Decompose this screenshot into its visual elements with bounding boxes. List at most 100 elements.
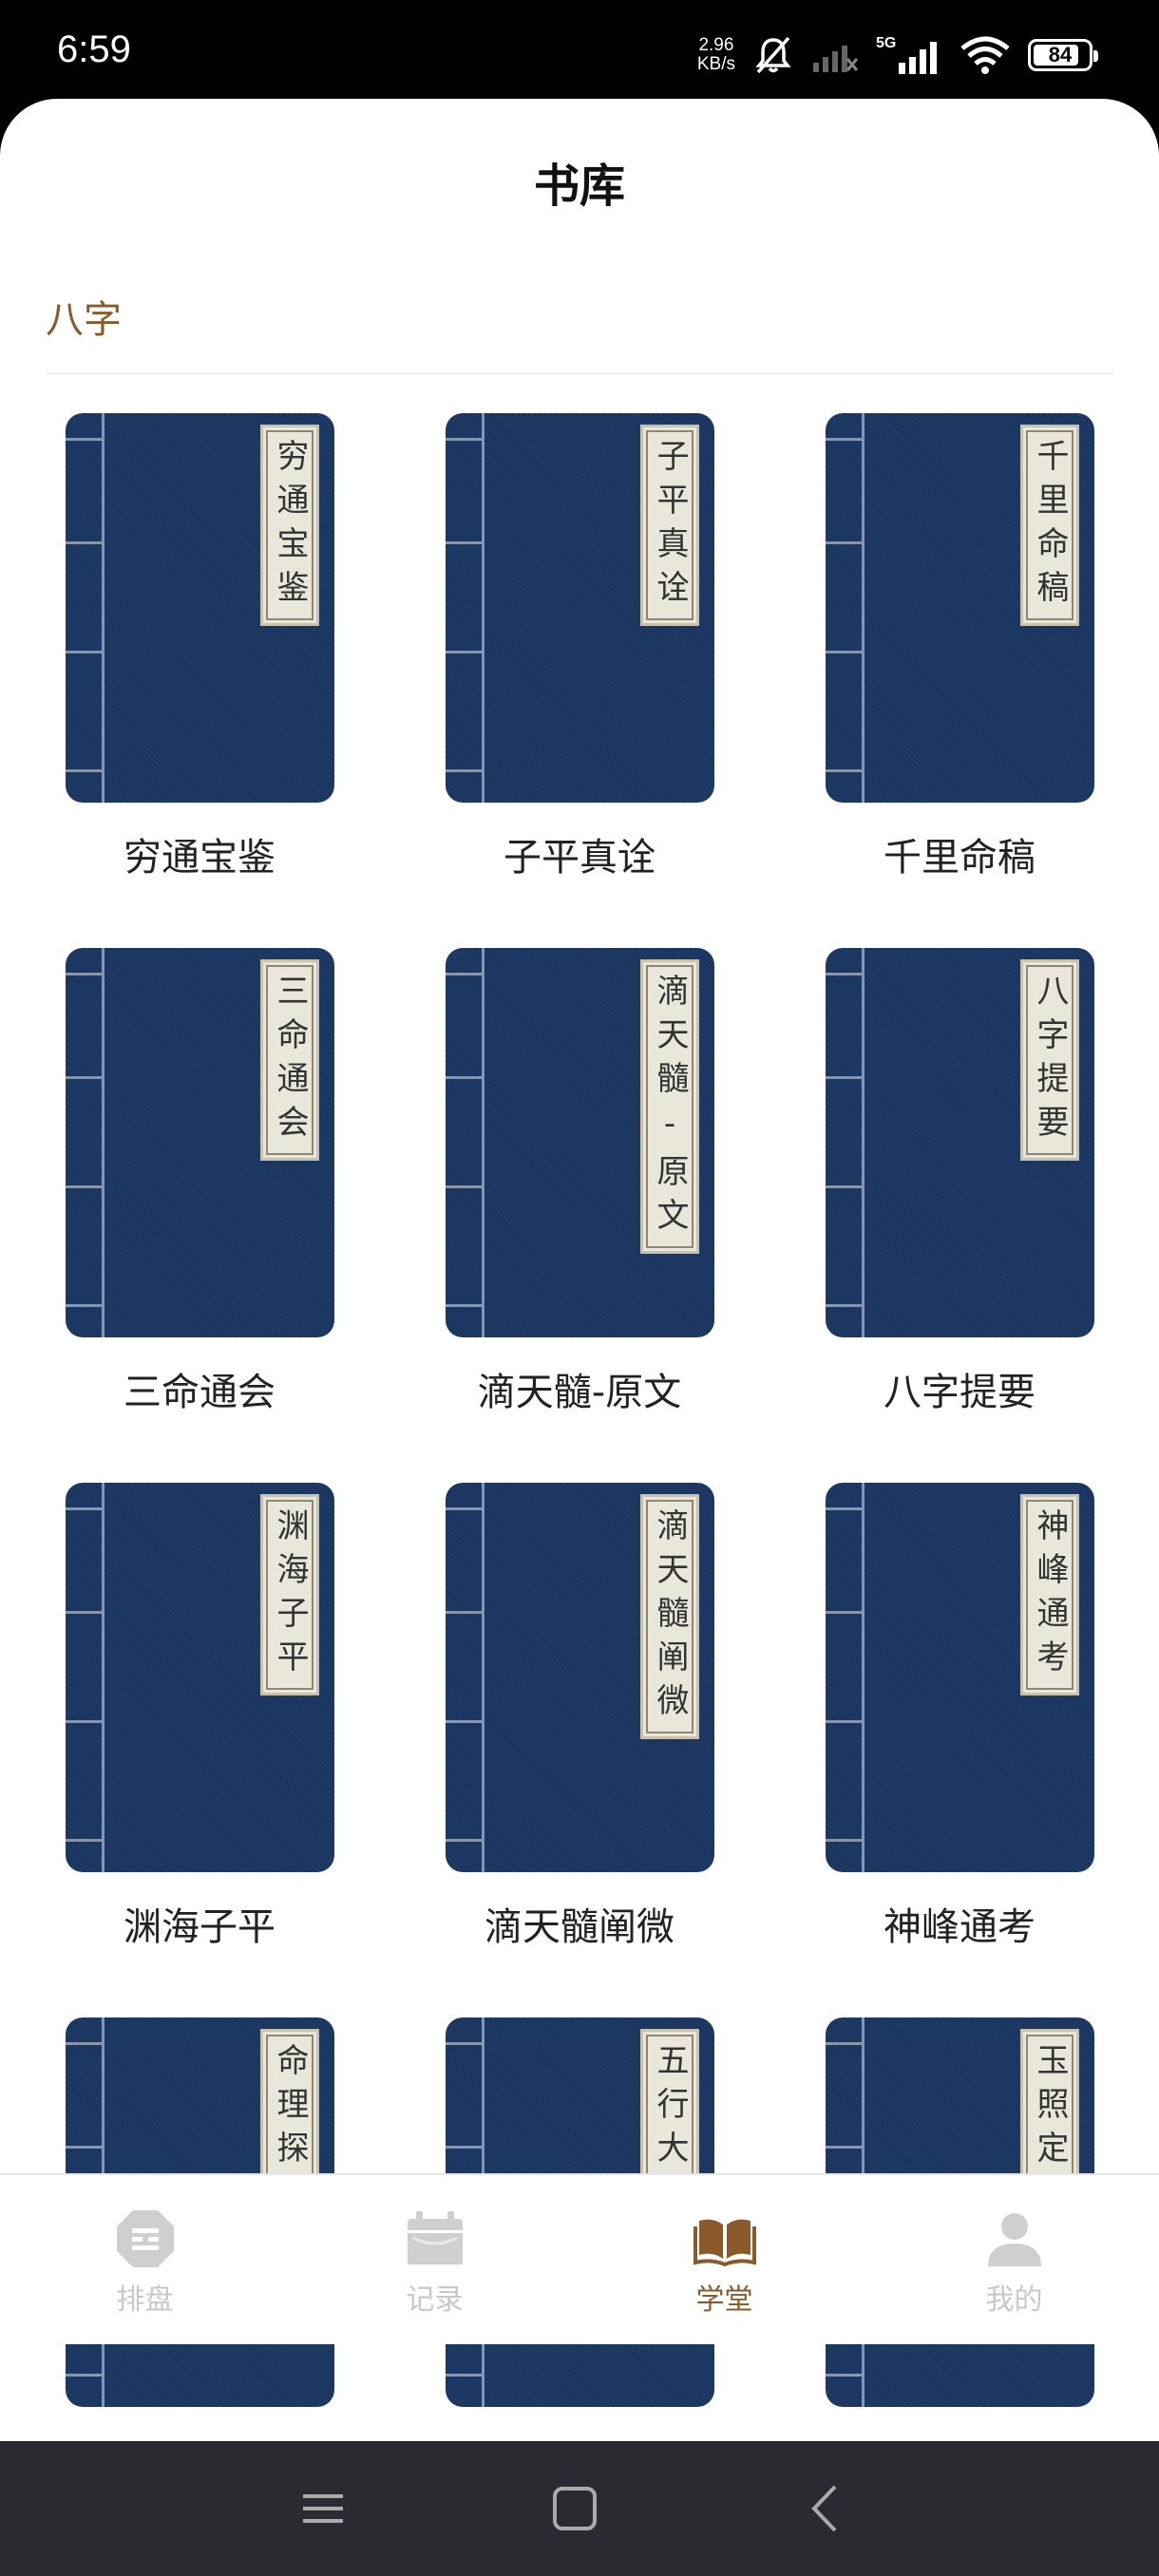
book-cover[interactable]: 滴天髓-原文: [446, 948, 714, 1337]
book-stitch: [66, 651, 103, 653]
book-stitch: [66, 1507, 103, 1510]
tab-records[interactable]: 记录: [290, 2175, 580, 2344]
page-title: 书库: [533, 160, 625, 213]
book-cover-label: 子平真诠: [640, 425, 699, 626]
book-title: 子平真诠: [504, 836, 656, 880]
system-nav-bar: [0, 2441, 1159, 2576]
book-cover[interactable]: 滴天髓阐微: [446, 1483, 714, 1872]
tab-label: 学堂: [695, 2283, 753, 2317]
book-stitch: [66, 1185, 103, 1188]
book-stitch: [66, 1839, 103, 1842]
book-cover[interactable]: 穷通宝鉴: [66, 413, 334, 803]
tab-study[interactable]: 学堂: [580, 2175, 869, 2344]
book-item[interactable]: 子平真诠 子平真诠: [380, 408, 779, 902]
book-stitch: [826, 2042, 863, 2045]
section-divider: [46, 372, 1113, 374]
book-stitch: [446, 973, 483, 975]
bell-muted-icon: [755, 36, 791, 74]
book-item[interactable]: 滴天髓-原文 滴天髓-原文: [380, 943, 779, 1437]
signal-5g-icon: 5G: [876, 35, 937, 74]
status-icons: 2.96 KB/s 5G 84: [697, 27, 1098, 84]
book-cover[interactable]: 子平真诠: [446, 413, 714, 803]
book-stitch: [446, 1839, 483, 1842]
book-title: 三命通会: [124, 1371, 276, 1414]
book-stitch: [446, 438, 483, 441]
tab-label: 我的: [985, 2283, 1043, 2317]
tab-paipan[interactable]: 排盘: [0, 2175, 290, 2344]
book-spine: [482, 413, 484, 803]
book-cover[interactable]: 八字提要: [826, 948, 1094, 1337]
book-stitch: [66, 2146, 103, 2149]
book-stitch: [66, 2042, 103, 2045]
book-cover[interactable]: 三命通会: [66, 948, 334, 1337]
calendar-icon: [407, 2211, 463, 2264]
book-cover[interactable]: 神峰通考: [826, 1483, 1094, 1872]
book-spine: [102, 413, 104, 803]
tab-label: 记录: [406, 2283, 464, 2317]
book-stitch: [446, 2146, 483, 2149]
book-stitch: [826, 2146, 863, 2149]
bottom-tab-bar: 排盘 记录 学堂 我的: [0, 2173, 1159, 2441]
app-panel: 书库 八字 穷通宝鉴 穷通宝鉴 子平真诠 子平真诠 千里命稿 千里命稿 三命通会 三命通会 滴天…: [0, 99, 1159, 2441]
book-cover-label: 神峰通考: [1020, 1494, 1079, 1695]
book-stitch: [446, 651, 483, 653]
book-stitch: [446, 1611, 483, 1614]
book-title: 滴天髓-原文: [477, 1371, 682, 1414]
book-stitch: [446, 769, 483, 772]
book-stitch: [66, 1720, 103, 1723]
network-speed-unit: KB/s: [696, 54, 735, 74]
open-book-icon: [693, 2219, 756, 2267]
section-title: 八字: [46, 298, 122, 342]
battery-icon: 84: [1028, 39, 1098, 71]
book-stitch: [826, 1611, 863, 1614]
book-spine: [862, 413, 864, 803]
book-cover-label: 滴天髓-原文: [640, 959, 699, 1254]
network-speed-value: 2.96: [698, 35, 734, 55]
book-stitch: [66, 973, 103, 975]
chart-icon: [116, 2210, 174, 2267]
tab-mine[interactable]: 我的: [869, 2175, 1159, 2344]
book-stitch: [446, 1507, 483, 1510]
home-icon[interactable]: [542, 2475, 608, 2542]
book-stitch: [826, 1304, 863, 1307]
book-title: 渊海子平: [124, 1905, 276, 1949]
book-stitch: [446, 1185, 483, 1188]
tab-label: 排盘: [116, 2283, 174, 2317]
book-stitch: [826, 973, 863, 975]
book-cover-label: 八字提要: [1020, 959, 1079, 1161]
book-spine: [482, 1483, 484, 1872]
book-cover-label: 滴天髓阐微: [640, 1494, 699, 1739]
book-spine: [862, 1483, 864, 1872]
book-stitch: [66, 1076, 103, 1079]
book-item[interactable]: 千里命稿 千里命稿: [760, 408, 1159, 902]
book-title: 穷通宝鉴: [124, 836, 276, 880]
book-stitch: [446, 2042, 483, 2045]
book-stitch: [66, 769, 103, 772]
menu-icon[interactable]: [290, 2475, 356, 2542]
book-title: 滴天髓阐微: [484, 1905, 674, 1949]
book-cover-label: 渊海子平: [260, 1494, 319, 1695]
book-item[interactable]: 渊海子平 渊海子平: [0, 1478, 399, 1972]
book-title: 千里命稿: [884, 836, 1036, 880]
book-item[interactable]: 三命通会 三命通会: [0, 943, 399, 1437]
book-spine: [102, 948, 104, 1337]
network-speed: 2.96 KB/s: [697, 36, 735, 74]
network-type-label: 5G: [876, 35, 896, 51]
book-item[interactable]: 神峰通考 神峰通考: [760, 1478, 1159, 1972]
book-stitch: [826, 438, 863, 441]
book-cover-label: 三命通会: [260, 959, 319, 1161]
book-item[interactable]: 八字提要 八字提要: [760, 943, 1159, 1437]
book-spine: [102, 1483, 104, 1872]
book-cover[interactable]: 渊海子平: [66, 1483, 334, 1872]
book-stitch: [446, 541, 483, 544]
book-stitch: [826, 1185, 863, 1188]
signal-empty-icon: [813, 46, 859, 72]
book-item[interactable]: 滴天髓阐微 滴天髓阐微: [380, 1478, 779, 1972]
book-cover[interactable]: 千里命稿: [826, 413, 1094, 803]
back-icon[interactable]: [793, 2475, 860, 2542]
book-stitch: [66, 541, 103, 544]
book-stitch: [826, 769, 863, 772]
screen: 6:59 2.96 KB/s 5G 84 书库 八字 穷通宝鉴 穷通宝鉴 子平真…: [0, 0, 1159, 2576]
book-item[interactable]: 穷通宝鉴 穷通宝鉴: [0, 408, 399, 902]
tab-bar-background: 排盘 记录 学堂 我的: [0, 2173, 1159, 2344]
